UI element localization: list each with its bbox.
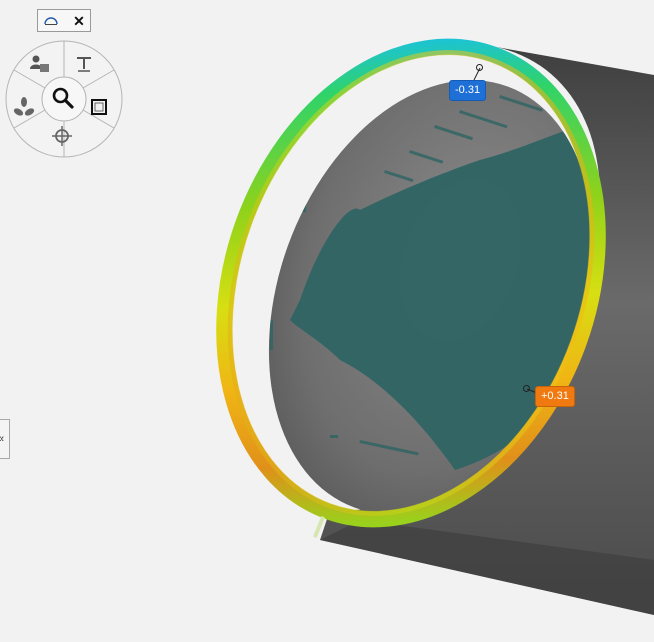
side-panel-collapse-tab[interactable]: « [0, 419, 10, 459]
zoom-search-icon[interactable] [51, 86, 77, 112]
text-tool-icon[interactable] [74, 54, 100, 80]
rotate-icon[interactable] [13, 97, 39, 123]
user-view-icon[interactable] [29, 54, 55, 80]
measure-point-positive[interactable] [523, 385, 530, 392]
mini-toolbar: ✕ [37, 9, 91, 32]
measure-point-negative[interactable] [476, 64, 483, 71]
target-crosshair-icon[interactable] [51, 125, 77, 151]
deviation-label-positive[interactable]: +0.31 [535, 386, 575, 407]
dome-icon[interactable] [41, 12, 61, 29]
radial-menu [4, 39, 124, 159]
deviation-label-negative[interactable]: -0.31 [449, 80, 487, 101]
fit-view-icon[interactable] [89, 97, 115, 123]
chevron-left-icon: « [0, 433, 4, 445]
close-icon[interactable]: ✕ [69, 12, 89, 29]
